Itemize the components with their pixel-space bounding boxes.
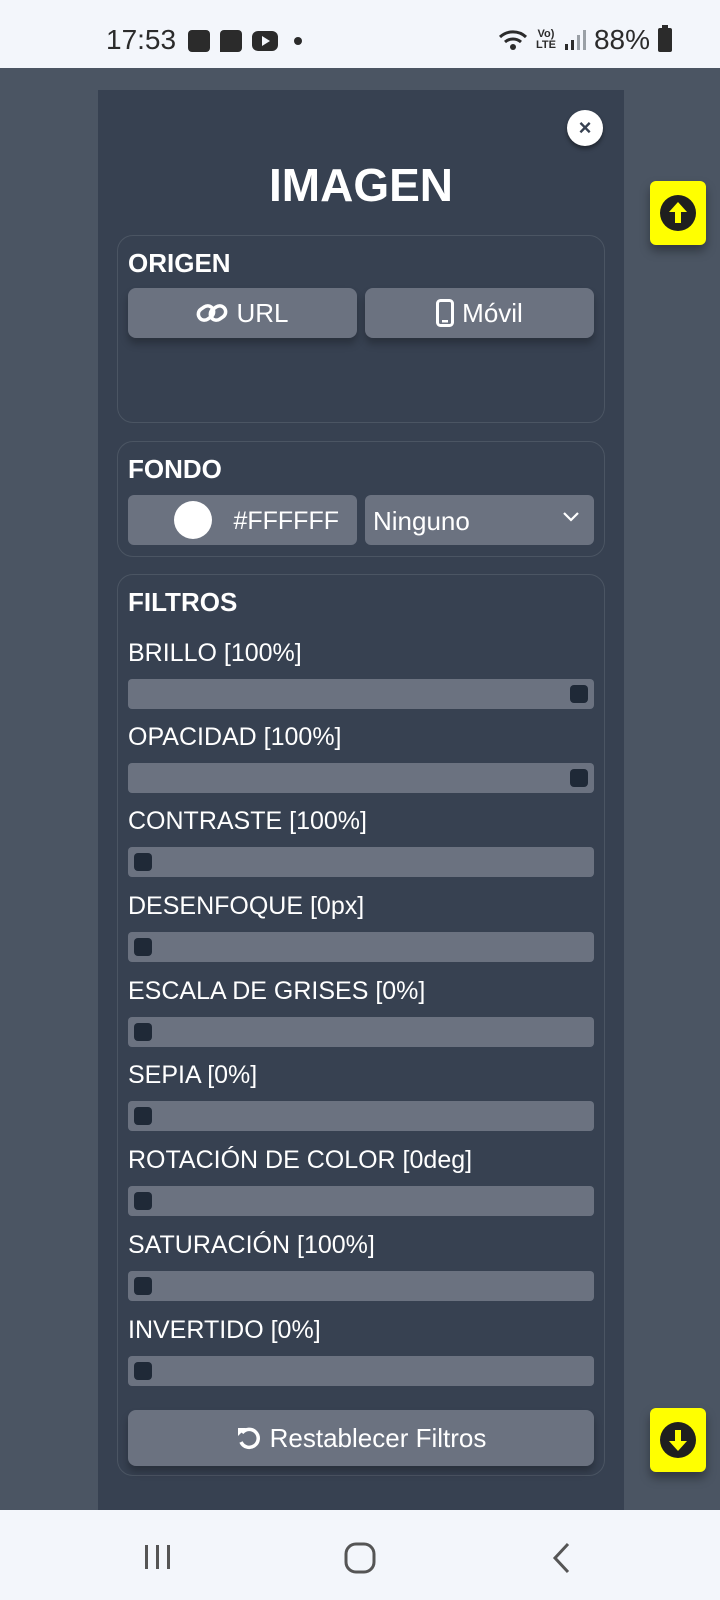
system-nav-bar bbox=[0, 1510, 720, 1600]
slider-thumb[interactable] bbox=[570, 685, 588, 703]
filter-desenfoque: DESENFOQUE [0px] bbox=[128, 890, 594, 962]
origen-title: ORIGEN bbox=[128, 248, 231, 278]
wifi-icon bbox=[498, 28, 528, 52]
slider-thumb[interactable] bbox=[134, 853, 152, 871]
close-button[interactable]: × bbox=[567, 110, 603, 146]
filter-label: ROTACIÓN DE COLOR [0deg] bbox=[128, 1146, 473, 1174]
reset-filters-button[interactable]: Restablecer Filtros bbox=[128, 1410, 594, 1466]
filter-saturacion: SATURACIÓN [100%] bbox=[128, 1229, 594, 1301]
fondo-select[interactable]: Ninguno bbox=[365, 495, 594, 545]
movil-button[interactable]: Móvil bbox=[365, 288, 594, 338]
link-icon bbox=[197, 304, 228, 322]
filter-label: SEPIA [0%] bbox=[128, 1061, 258, 1089]
filter-contraste: CONTRASTE [100%] bbox=[128, 805, 594, 877]
reset-filters-label: Restablecer Filtros bbox=[269, 1422, 487, 1453]
filter-label: SATURACIÓN [100%] bbox=[128, 1231, 375, 1259]
undo-icon bbox=[237, 1427, 260, 1450]
filter-invertido: INVERTIDO [0%] bbox=[128, 1314, 594, 1386]
filter-label: OPACIDAD [100%] bbox=[128, 723, 342, 751]
filter-slider[interactable] bbox=[128, 1186, 594, 1216]
filter-label: DESENFOQUE [0px] bbox=[128, 892, 365, 920]
filter-label: BRILLO [100%] bbox=[128, 639, 302, 667]
signal-icon bbox=[564, 30, 586, 50]
message-icon bbox=[220, 30, 242, 52]
home-icon[interactable] bbox=[344, 1542, 376, 1574]
slider-thumb[interactable] bbox=[134, 1023, 152, 1041]
fondo-section: FONDO #FFFFFF Ninguno bbox=[117, 441, 605, 557]
slider-thumb[interactable] bbox=[134, 1107, 152, 1125]
filter-slider[interactable] bbox=[128, 679, 594, 709]
filtros-section: FILTROS BRILLO [100%] OPACIDAD [100%] CO… bbox=[117, 574, 605, 1476]
recent-apps-icon[interactable] bbox=[143, 1542, 173, 1572]
movil-label: Móvil bbox=[462, 297, 523, 328]
slider-thumb[interactable] bbox=[134, 938, 152, 956]
filter-sepia: SEPIA [0%] bbox=[128, 1059, 594, 1131]
filter-escala-grises: ESCALA DE GRISES [0%] bbox=[128, 975, 594, 1047]
gallery-icon bbox=[188, 30, 210, 52]
filter-slider[interactable] bbox=[128, 1271, 594, 1301]
filter-rotacion-color: ROTACIÓN DE COLOR [0deg] bbox=[128, 1144, 594, 1216]
slider-thumb[interactable] bbox=[134, 1362, 152, 1380]
origen-section: ORIGEN URL Móvil bbox=[117, 235, 605, 423]
fondo-select-value: Ninguno bbox=[373, 506, 470, 536]
lte-icon: Vo) LTE bbox=[535, 28, 556, 51]
arrow-down-circle-icon bbox=[660, 1422, 696, 1458]
filter-label: INVERTIDO [0%] bbox=[128, 1316, 321, 1344]
filter-label: CONTRASTE [100%] bbox=[128, 807, 367, 835]
notification-icons bbox=[188, 30, 302, 52]
dialog-title: IMAGEN bbox=[269, 159, 453, 211]
arrow-up-circle-icon bbox=[660, 195, 696, 231]
color-picker[interactable]: #FFFFFF bbox=[128, 495, 357, 545]
filter-slider[interactable] bbox=[128, 763, 594, 793]
color-hex-value: #FFFFFF bbox=[233, 507, 339, 535]
scroll-up-button[interactable] bbox=[650, 181, 706, 245]
youtube-icon bbox=[252, 31, 278, 51]
filter-slider[interactable] bbox=[128, 932, 594, 962]
filter-slider[interactable] bbox=[128, 1101, 594, 1131]
battery-percent: 88% bbox=[593, 24, 650, 55]
status-bar: 17:53 Vo) LTE 88% bbox=[0, 0, 720, 68]
back-icon[interactable] bbox=[552, 1542, 572, 1574]
filter-brillo: BRILLO [100%] bbox=[128, 637, 594, 709]
mobile-icon bbox=[436, 299, 455, 327]
filtros-title: FILTROS bbox=[128, 587, 238, 617]
filter-opacidad: OPACIDAD [100%] bbox=[128, 721, 594, 793]
filter-slider[interactable] bbox=[128, 1017, 594, 1047]
chevron-down-icon bbox=[563, 512, 579, 522]
url-label: URL bbox=[236, 297, 289, 328]
scroll-down-button[interactable] bbox=[650, 1408, 706, 1472]
color-swatch bbox=[174, 501, 212, 539]
filter-label: ESCALA DE GRISES [0%] bbox=[128, 977, 426, 1005]
fondo-title: FONDO bbox=[128, 454, 222, 484]
status-time: 17:53 bbox=[106, 24, 177, 55]
battery-icon bbox=[658, 25, 672, 52]
slider-thumb[interactable] bbox=[570, 769, 588, 787]
url-button[interactable]: URL bbox=[128, 288, 357, 338]
slider-thumb[interactable] bbox=[134, 1277, 152, 1295]
filter-slider[interactable] bbox=[128, 847, 594, 877]
slider-thumb[interactable] bbox=[134, 1192, 152, 1210]
status-right: Vo) LTE 88% bbox=[498, 24, 672, 56]
more-notifications-icon bbox=[294, 37, 302, 45]
filter-slider[interactable] bbox=[128, 1356, 594, 1386]
